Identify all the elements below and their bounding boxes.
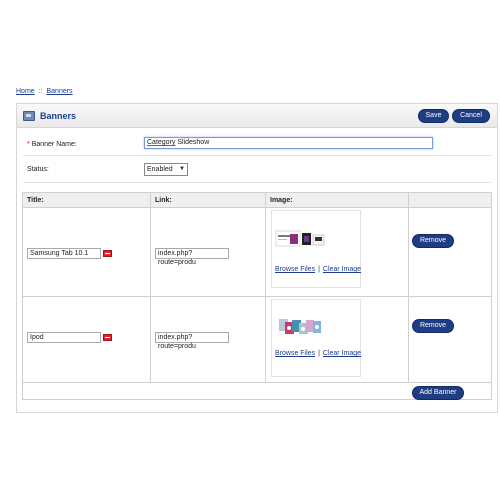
banner-name-input[interactable]: Category Slideshow [144,137,433,149]
save-button[interactable]: Save [418,109,449,123]
link-separator: | [318,266,320,273]
breadcrumb-banners-link[interactable]: Banners [46,88,72,95]
banner-thumbnail-image [275,230,325,247]
remove-button[interactable]: Remove [412,319,454,333]
divider [23,182,491,183]
required-marker: * [27,141,30,148]
table-header: Title: Link: Image: [23,193,491,208]
browse-files-link[interactable]: Browse Files [275,266,315,273]
column-header-title: Title: [27,197,44,204]
clear-image-link[interactable]: Clear Image [323,266,361,273]
banner-name-label: * Banner Name: [27,141,77,148]
add-banner-button[interactable]: Add Banner [412,386,464,400]
language-flag-icon [103,334,112,341]
cancel-button[interactable]: Cancel [452,109,490,123]
image-thumbnail[interactable] [271,299,361,377]
banner-thumbnail-image [279,319,321,334]
browse-files-link[interactable]: Browse Files [275,350,315,357]
breadcrumb-separator: :: [38,88,43,95]
link-input[interactable]: index.php?route=produ [155,332,229,350]
chevron-down-icon: ▼ [179,166,185,172]
status-select[interactable]: Enabled ▼ [144,163,188,176]
column-divider [408,193,409,382]
title-input[interactable]: Ipod [27,332,101,343]
breadcrumb: Home :: Banners [16,88,73,95]
column-header-image: Image: [270,197,293,204]
link-separator: | [318,350,320,357]
banner-icon [23,111,35,121]
link-input[interactable]: index.php?route=produ [155,248,229,266]
image-actions: Browse Files | Clear Image [275,266,361,273]
title-input[interactable]: Samsung Tab 10.1 [27,248,101,259]
divider [23,155,491,156]
row-divider [23,296,491,297]
row-divider [23,382,491,383]
panel-header: Banners Save Cancel [17,104,497,128]
column-header-link: Link: [155,197,172,204]
column-divider [265,193,266,382]
image-actions: Browse Files | Clear Image [275,350,361,357]
remove-button[interactable]: Remove [412,234,454,248]
page-title: Banners [40,111,77,121]
banner-images-table: Title: Link: Image: Samsung Tab 10.1 ind… [22,192,492,400]
image-thumbnail[interactable] [271,210,361,288]
banners-panel: Banners Save Cancel * Banner Name: Categ… [16,103,498,413]
clear-image-link[interactable]: Clear Image [323,350,361,357]
language-flag-icon [103,250,112,257]
column-divider [150,193,151,382]
status-label: Status: [27,166,49,173]
breadcrumb-home-link[interactable]: Home [16,88,35,95]
